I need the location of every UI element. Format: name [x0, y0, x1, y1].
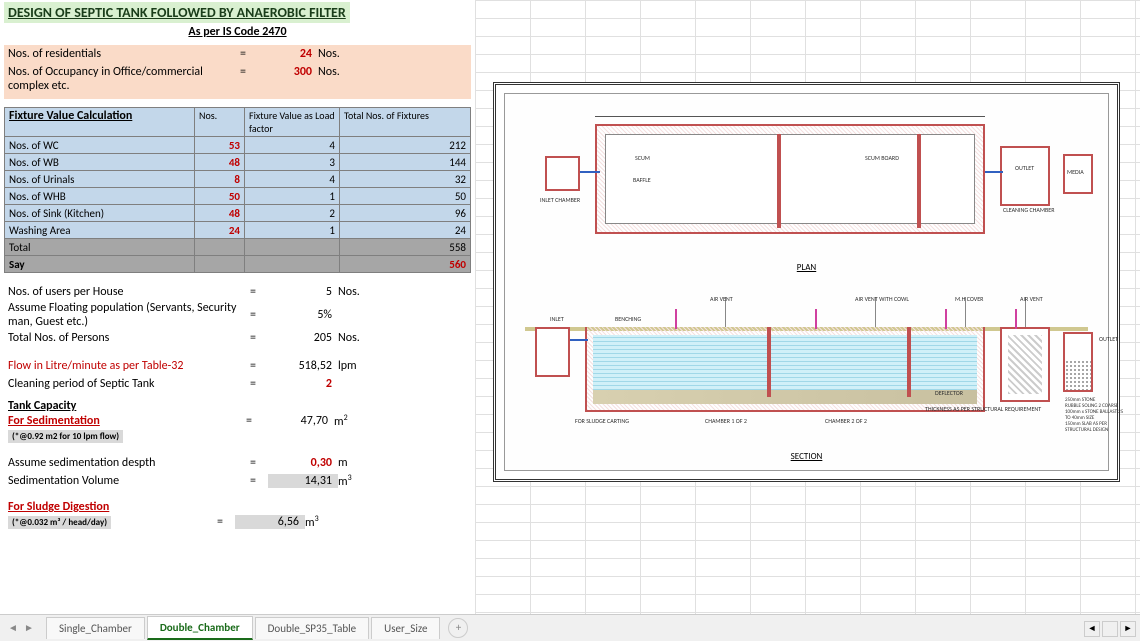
sludge-header: For Sludge Digestion: [4, 500, 471, 514]
scroll-left-icon[interactable]: ◄: [1084, 621, 1100, 637]
drawing-panel: INLET CHAMBER SCUM BAFFLE SCUM BOARD OUT…: [475, 0, 1140, 614]
label: Nos. of residentials: [8, 47, 228, 61]
input-row-residentials: Nos. of residentials = 24 Nos.: [4, 45, 471, 63]
tab-nav: ◄ ►: [6, 621, 36, 635]
tab-user-size[interactable]: User_Size: [371, 617, 440, 639]
section-label: SECTION: [791, 451, 823, 462]
calc-sed-depth: Assume sedimentation despth = 0,30 m: [4, 454, 471, 472]
tab-double-sp35[interactable]: Double_SP35_Table: [255, 617, 370, 639]
sedimentation-header: For Sedimentation: [4, 414, 234, 428]
calc-sed-volume: Sedimentation Volume = 14,31 m3: [4, 472, 471, 490]
calc-total-persons: Total Nos. of Persons = 205 Nos.: [4, 329, 471, 347]
table-row: Nos. of Sink (Kitchen)48296: [5, 205, 471, 222]
fixture-table: Fixture Value Calculation Nos. Fixture V…: [4, 107, 471, 273]
calculation-panel: DESIGN OF SEPTIC TANK FOLLOWED BY ANAERO…: [0, 0, 475, 614]
total-row: Total558: [5, 239, 471, 256]
label: Nos. of Occupancy in Office/commercial c…: [8, 65, 228, 93]
input-row-occupancy: Nos. of Occupancy in Office/commercial c…: [4, 63, 471, 99]
table-row: Nos. of WHB50150: [5, 188, 471, 205]
table-row: Washing Area24124: [5, 222, 471, 239]
section-view: INLET BENCHING AIR VENT AIR VENT WITH CO…: [525, 297, 1088, 442]
sedimentation-note: (*@0.92 m2 for 10 lpm flow): [8, 430, 123, 443]
calc-flow: Flow in Litre/minute as per Table-32 = 5…: [4, 357, 471, 375]
table-row: Nos. of WB483144: [5, 154, 471, 171]
drawing-frame: INLET CHAMBER SCUM BAFFLE SCUM BOARD OUT…: [493, 82, 1120, 482]
plan-label: PLAN: [797, 262, 816, 273]
subtitle: As per IS Code 2470: [4, 25, 471, 39]
table-row: Nos. of WC534212: [5, 137, 471, 154]
tab-double-chamber[interactable]: Double_Chamber: [147, 616, 253, 640]
plan-view: INLET CHAMBER SCUM BAFFLE SCUM BOARD OUT…: [525, 106, 1088, 256]
scroll-right-icon[interactable]: ►: [1120, 621, 1136, 637]
sludge-note: (*@0.032 m³ / head/day): [8, 516, 111, 529]
table-row: Nos. of Urinals8432: [5, 171, 471, 188]
value[interactable]: 300: [258, 65, 318, 79]
fixture-header: Fixture Value Calculation: [5, 108, 195, 137]
tab-next-icon[interactable]: ►: [22, 621, 36, 635]
scroll-track[interactable]: [1102, 621, 1118, 637]
unit: Nos.: [318, 65, 368, 79]
value[interactable]: 24: [258, 47, 318, 61]
tab-single-chamber[interactable]: Single_Chamber: [46, 617, 145, 639]
page-title: DESIGN OF SEPTIC TANK FOLLOWED BY ANAERO…: [4, 2, 350, 23]
tab-prev-icon[interactable]: ◄: [6, 621, 20, 635]
sheet-tab-bar: ◄ ► Single_Chamber Double_Chamber Double…: [0, 614, 1140, 641]
say-row: Say560: [5, 256, 471, 273]
calc-cleaning: Cleaning period of Septic Tank = 2: [4, 375, 471, 393]
tank-capacity-header: Tank Capacity: [4, 399, 471, 413]
add-sheet-button[interactable]: +: [448, 618, 468, 638]
calc-users-per-house: Nos. of users per House = 5 Nos.: [4, 283, 471, 301]
calc-floating: Assume Floating population (Servants, Se…: [4, 301, 471, 329]
unit: Nos.: [318, 47, 368, 61]
